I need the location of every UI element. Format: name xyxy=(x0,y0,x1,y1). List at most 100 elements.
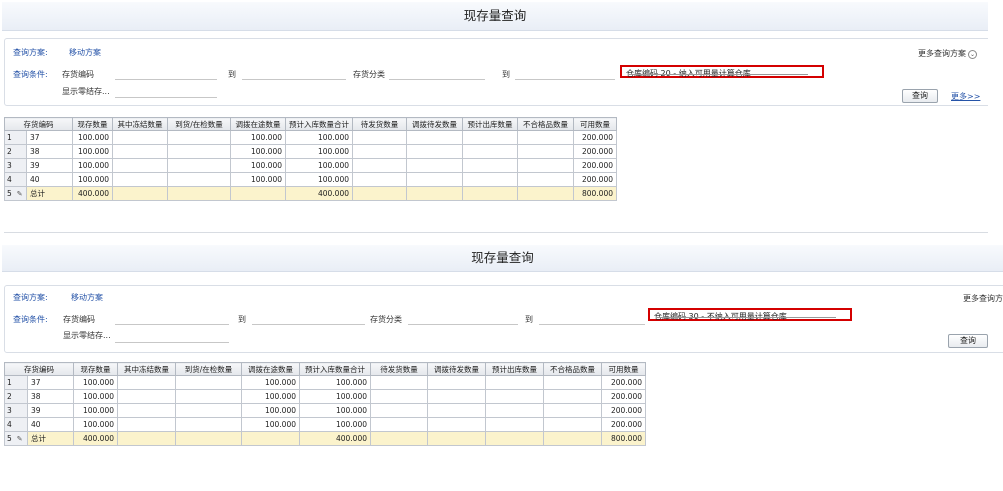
cell-code[interactable]: 37 xyxy=(26,130,73,145)
table-row[interactable]: 2 38 100.000 100.000 100.000 200.000 xyxy=(4,144,617,159)
column-header[interactable]: 到货/在检数量 xyxy=(175,362,242,376)
cell[interactable]: 100.000 xyxy=(72,144,113,159)
column-header[interactable]: 待发货数量 xyxy=(352,117,407,131)
cell[interactable] xyxy=(427,403,486,418)
query-button[interactable]: 查询 xyxy=(902,89,938,103)
cell[interactable] xyxy=(352,130,407,145)
cell[interactable] xyxy=(543,375,602,390)
cell[interactable] xyxy=(462,144,518,159)
column-header[interactable]: 预计出库数量 xyxy=(462,117,518,131)
cell[interactable]: 100.000 xyxy=(230,158,286,173)
column-header[interactable]: 可用数量 xyxy=(601,362,646,376)
cell[interactable]: 100.000 xyxy=(72,172,113,187)
cell[interactable] xyxy=(175,403,242,418)
cell[interactable] xyxy=(112,144,168,159)
cell[interactable]: 200.000 xyxy=(601,375,646,390)
cell[interactable] xyxy=(462,130,518,145)
cell[interactable] xyxy=(352,144,407,159)
cell[interactable] xyxy=(370,389,428,404)
cell-code[interactable]: 37 xyxy=(27,375,74,390)
column-header[interactable]: 其中冻结数量 xyxy=(112,117,168,131)
cell[interactable] xyxy=(427,417,486,432)
total-row[interactable]: 5 ✎ 总计 400.000 400.000 800.000 xyxy=(4,186,617,201)
cell[interactable] xyxy=(352,158,407,173)
column-header[interactable]: 调拨在途数量 xyxy=(241,362,300,376)
cell[interactable]: 100.000 xyxy=(72,130,113,145)
cell[interactable]: 200.000 xyxy=(573,172,617,187)
cell-code[interactable]: 38 xyxy=(27,389,74,404)
cell[interactable] xyxy=(167,158,231,173)
cell[interactable]: 100.000 xyxy=(72,158,113,173)
inventory-code-from-input[interactable] xyxy=(115,324,229,325)
table-row[interactable]: 2 38 100.000 100.000 100.000 200.000 xyxy=(4,389,646,404)
scheme-link-mobile[interactable]: 移动方案 xyxy=(71,292,103,303)
column-header[interactable]: 不合格品数量 xyxy=(543,362,602,376)
column-header[interactable]: 预计入库数量合计 xyxy=(299,362,371,376)
cell[interactable] xyxy=(517,158,574,173)
cell[interactable] xyxy=(167,144,231,159)
cell[interactable] xyxy=(117,375,176,390)
cell[interactable] xyxy=(543,389,602,404)
cell[interactable] xyxy=(517,144,574,159)
more-options-link[interactable]: 更多>> xyxy=(951,91,980,102)
column-header[interactable]: 调拨在途数量 xyxy=(230,117,286,131)
cell[interactable]: 100.000 xyxy=(285,158,353,173)
cell[interactable]: 100.000 xyxy=(230,144,286,159)
cell[interactable] xyxy=(117,389,176,404)
cell[interactable]: 200.000 xyxy=(601,403,646,418)
column-header[interactable]: 待发货数量 xyxy=(370,362,428,376)
inventory-class-from-input[interactable] xyxy=(389,79,485,80)
warehouse-filter-field[interactable]: 仓库编码 20 - 纳入可用量计算仓库 xyxy=(620,65,824,78)
cell[interactable]: 100.000 xyxy=(241,375,300,390)
cell[interactable] xyxy=(517,130,574,145)
inventory-class-from-input[interactable] xyxy=(408,324,518,325)
column-header[interactable]: 现存数量 xyxy=(73,362,118,376)
cell[interactable] xyxy=(406,158,463,173)
cell[interactable] xyxy=(175,375,242,390)
cell[interactable]: 100.000 xyxy=(230,172,286,187)
cell[interactable] xyxy=(167,172,231,187)
cell[interactable] xyxy=(406,130,463,145)
cell-code[interactable]: 39 xyxy=(26,158,73,173)
cell[interactable] xyxy=(117,403,176,418)
table-row[interactable]: 3 39 100.000 100.000 100.000 200.000 xyxy=(4,403,646,418)
column-header[interactable]: 其中冻结数量 xyxy=(117,362,176,376)
cell[interactable]: 200.000 xyxy=(573,158,617,173)
cell[interactable]: 100.000 xyxy=(230,130,286,145)
column-header[interactable]: 预计入库数量合计 xyxy=(285,117,353,131)
cell[interactable]: 100.000 xyxy=(73,417,118,432)
cell[interactable]: 100.000 xyxy=(285,144,353,159)
column-header[interactable]: 调拨待发数量 xyxy=(427,362,486,376)
table-row[interactable]: 4 40 100.000 100.000 100.000 200.000 xyxy=(4,417,646,432)
warehouse-filter-field[interactable]: 仓库编码 30 - 不纳入可用量计算仓库 xyxy=(648,308,852,321)
cell[interactable] xyxy=(352,172,407,187)
cell[interactable] xyxy=(462,158,518,173)
more-schemes-button[interactable]: 更多查询方 xyxy=(963,293,1003,304)
column-header[interactable]: 预计出库数量 xyxy=(485,362,544,376)
cell[interactable] xyxy=(406,172,463,187)
cell[interactable]: 200.000 xyxy=(573,144,617,159)
show-zero-stock-input[interactable] xyxy=(115,97,217,98)
inventory-code-from-input[interactable] xyxy=(115,79,217,80)
cell[interactable] xyxy=(543,403,602,418)
cell[interactable]: 100.000 xyxy=(241,403,300,418)
cell[interactable] xyxy=(370,417,428,432)
inventory-code-to-input[interactable] xyxy=(242,79,346,80)
cell[interactable] xyxy=(112,172,168,187)
table-row[interactable]: 1 37 100.000 100.000 100.000 200.000 xyxy=(4,375,646,390)
cell[interactable] xyxy=(112,130,168,145)
cell[interactable]: 200.000 xyxy=(601,417,646,432)
cell[interactable] xyxy=(485,403,544,418)
cell[interactable] xyxy=(406,144,463,159)
cell[interactable] xyxy=(175,417,242,432)
inventory-class-to-input[interactable] xyxy=(539,324,645,325)
cell[interactable]: 100.000 xyxy=(285,130,353,145)
column-header[interactable]: 存货编码 xyxy=(4,362,74,376)
cell[interactable]: 100.000 xyxy=(299,375,371,390)
cell[interactable] xyxy=(517,172,574,187)
cell[interactable] xyxy=(543,417,602,432)
cell[interactable]: 100.000 xyxy=(285,172,353,187)
cell[interactable] xyxy=(485,389,544,404)
cell-code[interactable]: 39 xyxy=(27,403,74,418)
cell-code[interactable]: 38 xyxy=(26,144,73,159)
